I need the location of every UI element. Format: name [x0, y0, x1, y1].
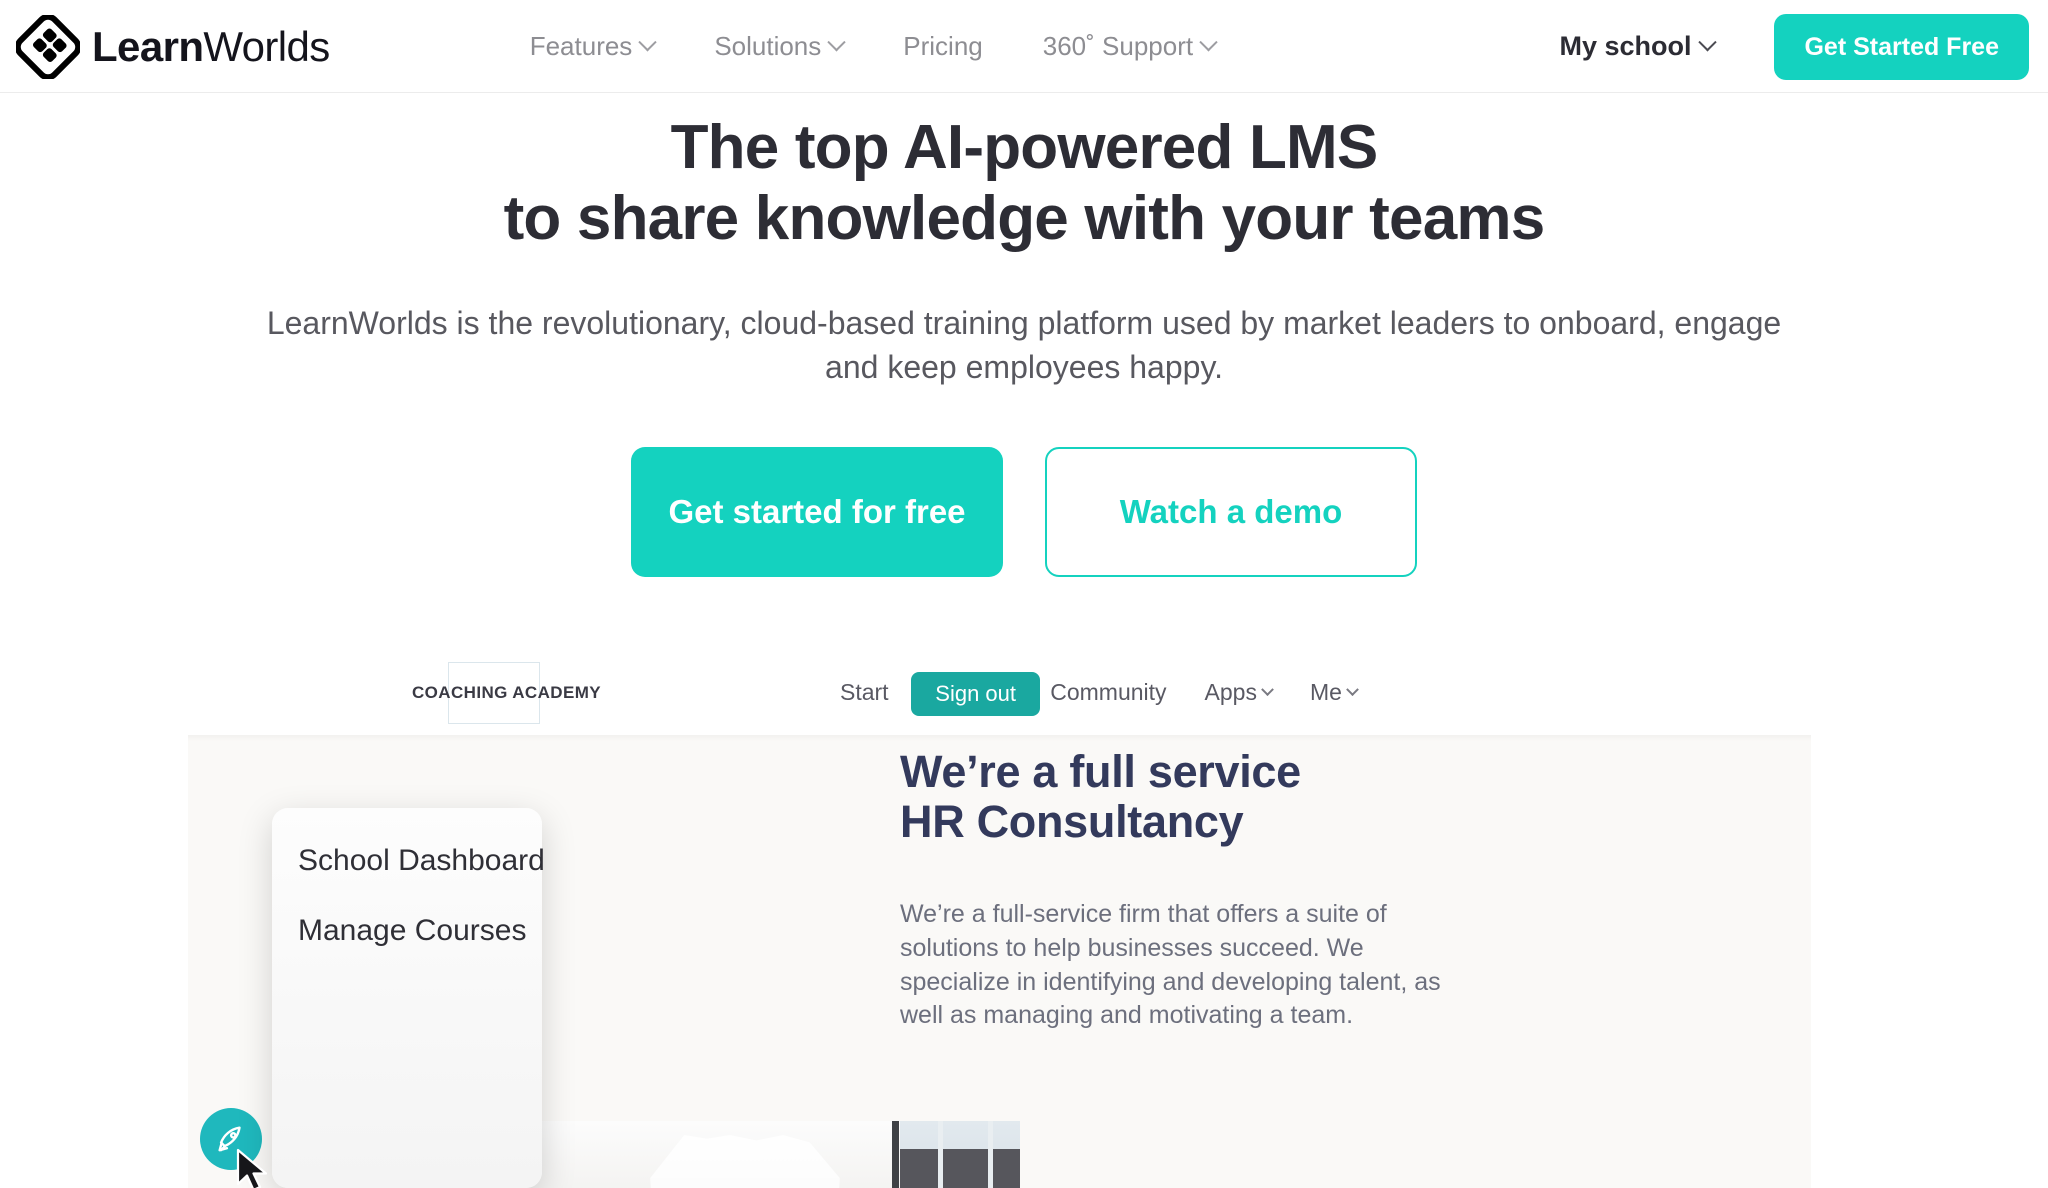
chevron-down-icon: [1261, 683, 1274, 697]
mockup-headline-line-1: We’re a full service: [900, 746, 1301, 797]
mockup-brand-name: COACHING ACADEMY: [412, 683, 601, 702]
mockup-nav-item-me[interactable]: Me: [1309, 679, 1359, 706]
page-title: The top AI-powered LMS to share knowledg…: [0, 113, 2048, 254]
hero-cta-row: Get started for free Watch a demo: [0, 446, 2048, 577]
nav-right-actions: My school Get Started Free: [1559, 0, 2048, 93]
nav-item-360-support[interactable]: 360˚ Support: [1042, 31, 1218, 62]
mockup-nav-label-me: Me: [1309, 679, 1342, 705]
chevron-down-icon: [1199, 33, 1218, 52]
page-root: LearnWorlds Features Solutions Pricing 3…: [0, 0, 2048, 1188]
nav-item-pricing[interactable]: Pricing: [903, 31, 982, 62]
mockup-nav-label-start: Start: [840, 679, 889, 705]
mockup-body-text: We’re a full-service firm that offers a …: [900, 900, 1441, 1030]
brand-name-bold: Learn: [92, 22, 204, 70]
mockup-nav-item-community[interactable]: Community: [1050, 679, 1166, 706]
floating-menu-card: School Dashboard Manage Courses: [272, 808, 545, 1188]
learnworlds-logo-icon: [16, 14, 80, 79]
my-school-menu[interactable]: My school: [1559, 31, 1718, 62]
mockup-headline: We’re a full service HR Consultancy: [900, 746, 1520, 848]
watch-a-demo-button[interactable]: Watch a demo: [1045, 446, 1417, 577]
my-school-label: My school: [1559, 31, 1692, 61]
chevron-down-icon: [1698, 33, 1718, 52]
mouse-cursor-icon: [236, 1148, 268, 1188]
hero-heading-line-1: The top AI-powered LMS: [670, 113, 1379, 182]
nav-label-solutions: Solutions: [714, 31, 822, 61]
hero-heading-line-2: to share knowledge with your teams: [503, 183, 1546, 253]
nav-item-features[interactable]: Features: [529, 31, 658, 62]
nav-label-features: Features: [529, 31, 633, 61]
top-navigation-bar: LearnWorlds Features Solutions Pricing 3…: [0, 0, 2048, 93]
chevron-down-icon: [827, 33, 846, 52]
get-started-free-button[interactable]: Get Started Free: [1774, 13, 2029, 80]
brand-logo-link[interactable]: LearnWorlds: [16, 14, 330, 79]
menu-item-manage-courses[interactable]: Manage Courses: [298, 914, 542, 948]
menu-item-school-dashboard[interactable]: School Dashboard: [298, 844, 545, 878]
nav-label-pricing: Pricing: [903, 31, 983, 61]
primary-nav-links: Features Solutions Pricing 360˚ Support: [529, 31, 1218, 62]
nav-item-solutions[interactable]: Solutions: [714, 31, 846, 62]
brand-wordmark: LearnWorlds: [92, 23, 330, 71]
mockup-nav-item-apps[interactable]: Apps: [1204, 679, 1274, 706]
mockup-navigation-bar: COACHING ACADEMY Start Courses Community…: [0, 650, 2048, 735]
hero-subheading: LearnWorlds is the revolutionary, cloud-…: [266, 305, 1782, 385]
nav-label-360-support: 360˚ Support: [1042, 31, 1194, 61]
chevron-down-icon: [1346, 683, 1359, 697]
mockup-nav-label-community: Community: [1050, 679, 1167, 705]
sign-out-button[interactable]: Sign out: [911, 672, 1040, 716]
mockup-nav-item-start[interactable]: Start: [840, 679, 889, 706]
get-started-for-free-button[interactable]: Get started for free: [631, 446, 1003, 577]
hero-section: The top AI-powered LMS to share knowledg…: [0, 93, 2048, 577]
chevron-down-icon: [638, 33, 658, 52]
mockup-headline-line-2: HR Consultancy: [900, 796, 1244, 848]
mockup-nav-label-apps: Apps: [1204, 679, 1257, 705]
brand-name-light: Worlds: [203, 22, 330, 70]
